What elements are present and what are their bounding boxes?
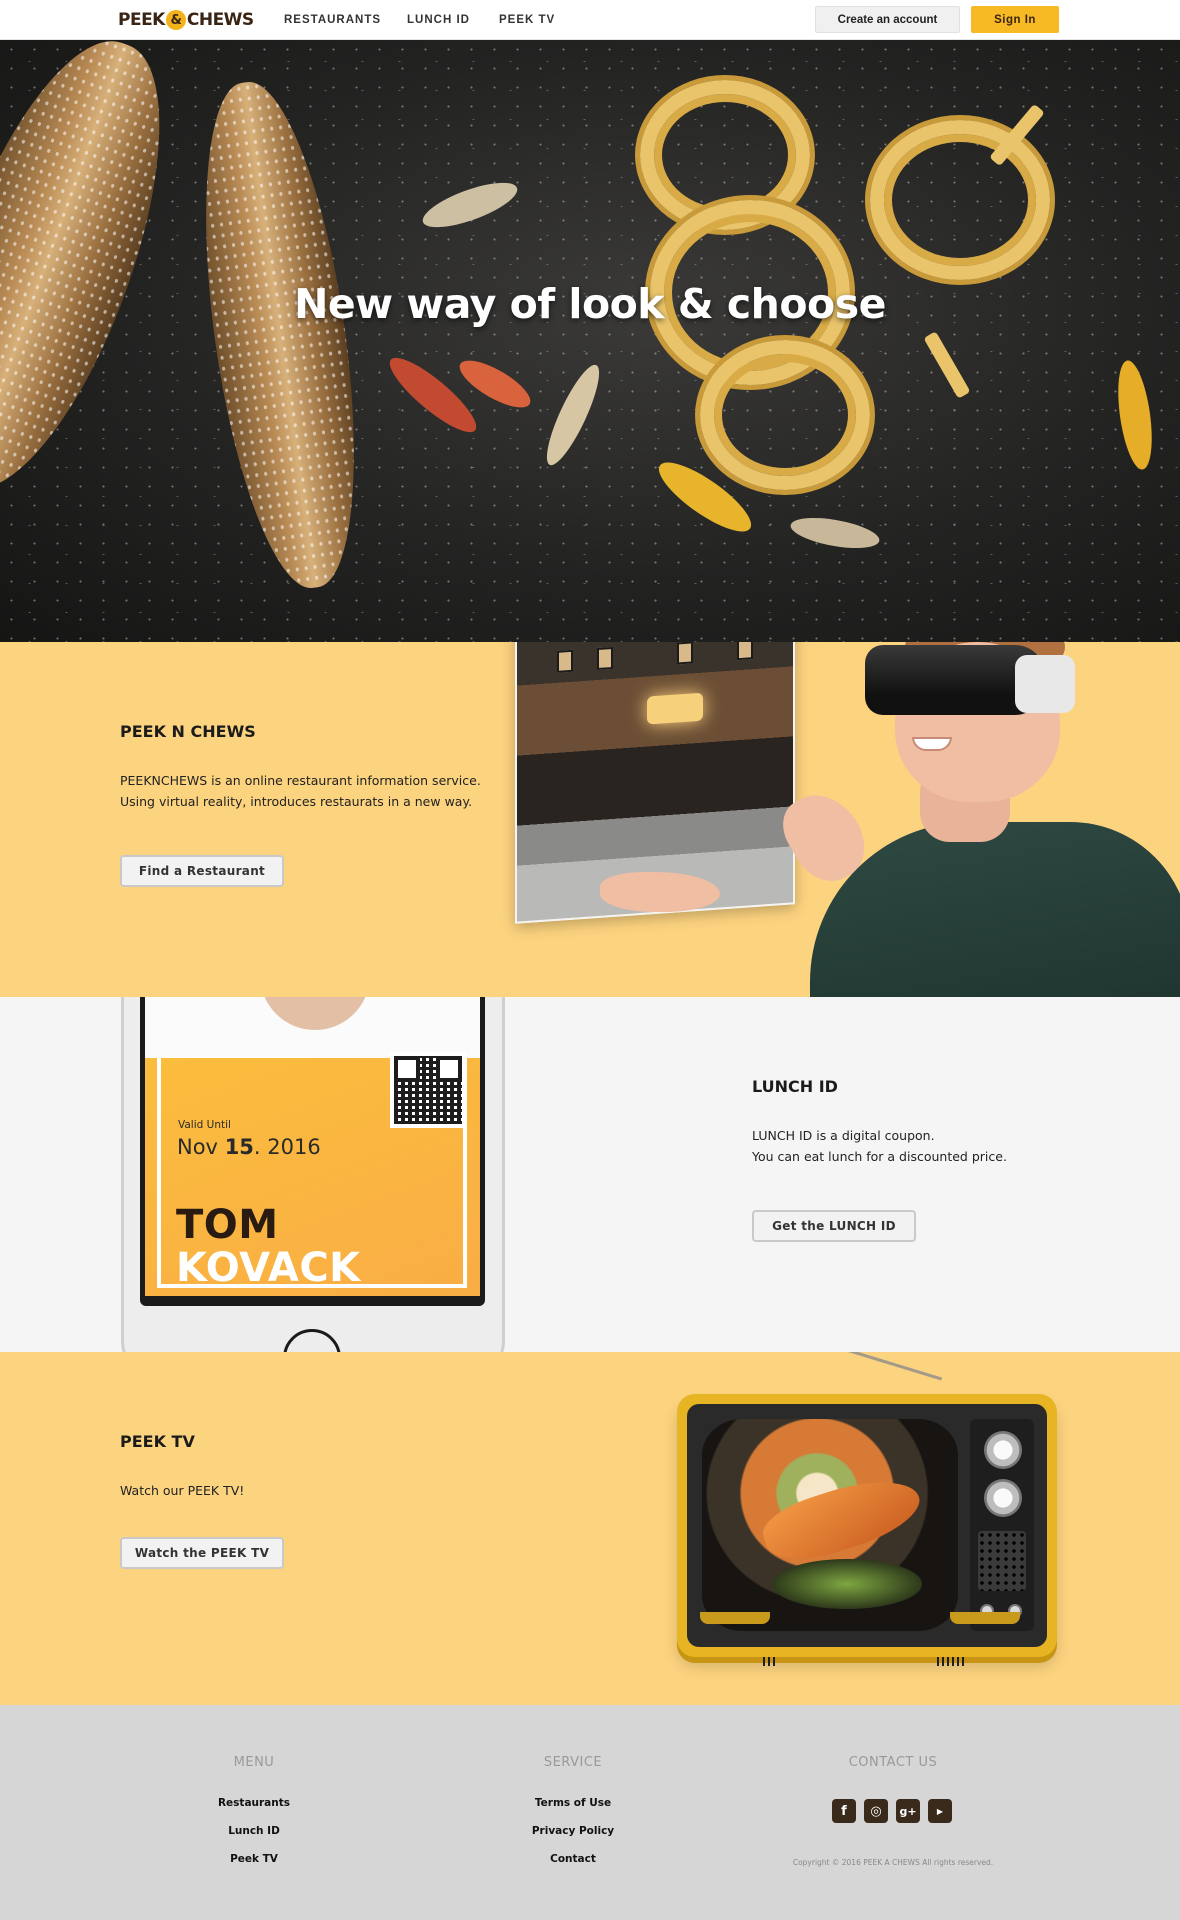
tv-vent — [763, 1657, 777, 1666]
logo-text-right: CHEWS — [186, 10, 254, 30]
card-first-name: TOM — [176, 1202, 279, 1248]
tv-screen — [702, 1419, 958, 1631]
top-navigation-bar: PEEK & CHEWS RESTAURANTS LUNCH ID PEEK T… — [0, 0, 1180, 40]
copyright-text: Copyright © 2016 PEEK A CHEWS All rights… — [792, 1858, 994, 1867]
google-plus-icon[interactable]: g+ — [896, 1799, 920, 1823]
section-title: LUNCH ID — [752, 1077, 838, 1096]
open-palm — [600, 872, 720, 912]
section-peek-n-chews: PEEK N CHEWS PEEKNCHEWS is an online res… — [0, 642, 1180, 997]
card-last-name: KOVACK — [176, 1245, 361, 1291]
tv-foot — [700, 1612, 770, 1624]
pasta-nest-4 — [700, 340, 870, 490]
get-lunch-id-button[interactable]: Get the LUNCH ID — [752, 1210, 916, 1242]
footer-link-contact[interactable]: Contact — [473, 1853, 673, 1865]
valid-until-date: Nov 15. 2016 — [177, 1135, 321, 1159]
section-title: PEEK N CHEWS — [120, 722, 256, 741]
hero-banner: New way of look & choose — [0, 40, 1180, 642]
footer-link-lunch-id[interactable]: Lunch ID — [154, 1825, 354, 1837]
footer-menu-heading: MENU — [233, 1755, 275, 1770]
description-line: LUNCH ID is a digital coupon. — [752, 1128, 935, 1143]
footer-contact-heading: CONTACT US — [848, 1755, 938, 1770]
watch-peek-tv-button[interactable]: Watch the PEEK TV — [120, 1537, 284, 1569]
youtube-icon[interactable]: ▶ — [928, 1799, 952, 1823]
section-lunch-id: Valid Until Nov 15. 2016 TOM KOVACK LUNC… — [0, 997, 1180, 1352]
section-description: Watch our PEEK TV! — [120, 1483, 245, 1498]
footer-service-heading: SERVICE — [543, 1755, 603, 1770]
nav-link-restaurants[interactable]: RESTAURANTS — [284, 14, 381, 26]
section-title: PEEK TV — [120, 1432, 195, 1451]
facebook-icon[interactable]: f — [832, 1799, 856, 1823]
footer-link-privacy[interactable]: Privacy Policy — [473, 1825, 673, 1837]
tv-foot — [950, 1612, 1020, 1624]
qr-code-icon — [390, 1052, 466, 1128]
volume-knob-icon — [984, 1479, 1022, 1517]
logo-text-left: PEEK — [118, 10, 165, 30]
phone-mockup — [121, 997, 505, 1352]
find-restaurant-button[interactable]: Find a Restaurant — [120, 855, 284, 887]
sign-in-button[interactable]: Sign In — [971, 6, 1059, 33]
footer: MENU Restaurants Lunch ID Peek TV SERVIC… — [0, 1705, 1180, 1920]
tv-vent — [937, 1657, 967, 1666]
description-line: You can eat lunch for a discounted price… — [752, 1149, 1007, 1164]
nav-link-lunch-id[interactable]: LUNCH ID — [407, 14, 470, 26]
logo-ampersand-icon: & — [165, 10, 186, 30]
peek-n-chews-logo[interactable]: PEEK & CHEWS — [118, 8, 254, 32]
description-line: PEEKNCHEWS is an online restaurant infor… — [120, 773, 481, 788]
wall-frame — [597, 646, 613, 671]
create-account-button[interactable]: Create an account — [815, 6, 960, 33]
sweater — [810, 822, 1180, 997]
section-peek-tv: PEEK TV Watch our PEEK TV! Watch the PEE… — [0, 1352, 1180, 1705]
description-line: Using virtual reality, introduces restau… — [120, 794, 473, 809]
section-description: LUNCH ID is a digital coupon. You can ea… — [752, 1125, 1007, 1167]
tv-control-panel — [970, 1419, 1034, 1631]
footer-link-restaurants[interactable]: Restaurants — [154, 1797, 354, 1809]
valid-until-label: Valid Until — [178, 1119, 231, 1131]
channel-knob-icon — [984, 1431, 1022, 1469]
footer-link-terms[interactable]: Terms of Use — [473, 1797, 673, 1809]
pasta-nest-2 — [870, 120, 1050, 280]
instagram-icon[interactable]: ◎ — [864, 1799, 888, 1823]
vr-headset-icon — [865, 645, 1075, 715]
speaker-grille — [978, 1531, 1026, 1591]
section-description: PEEKNCHEWS is an online restaurant infor… — [120, 770, 481, 812]
nav-link-peek-tv[interactable]: PEEK TV — [499, 14, 555, 26]
tv-antenna — [759, 1352, 943, 1381]
wall-frame — [557, 649, 573, 673]
vr-user-illustration — [600, 642, 1180, 997]
footer-link-peek-tv[interactable]: Peek TV — [154, 1853, 354, 1865]
hero-title: New way of look & choose — [294, 280, 886, 328]
